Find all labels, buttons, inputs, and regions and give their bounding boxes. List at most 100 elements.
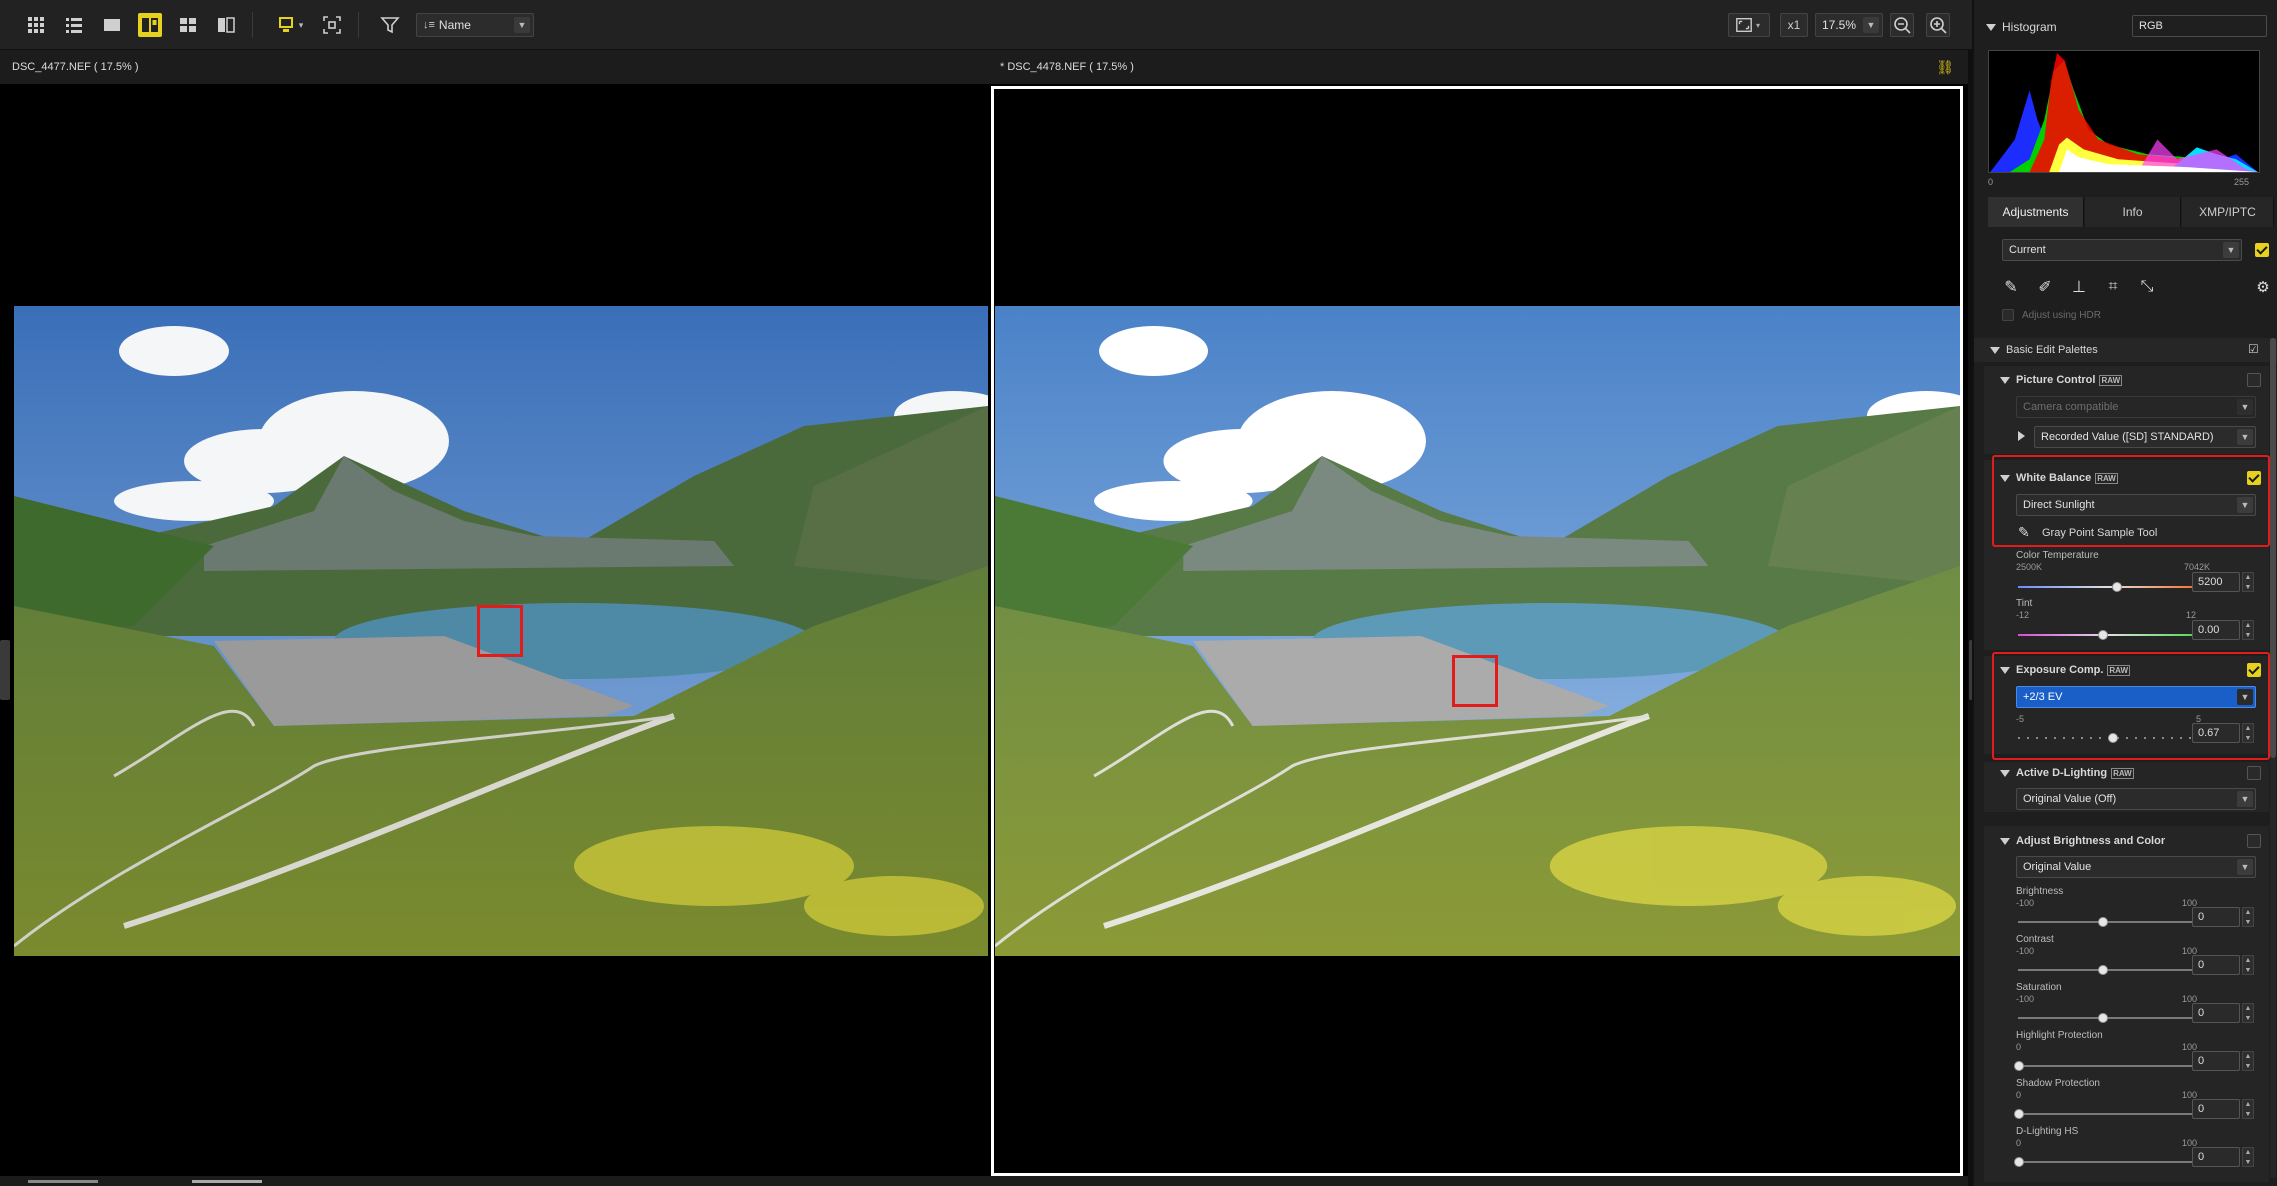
gray-point-eyedropper-icon[interactable]: ✎ (2018, 524, 2030, 541)
collapse-triangle-icon (2000, 666, 2010, 674)
tab-info[interactable]: Info (2085, 197, 2181, 227)
raw-icon: RAW (2107, 664, 2131, 676)
histogram-header[interactable]: Histogram (1986, 20, 2057, 34)
tint-slider-thumb[interactable] (2098, 630, 2108, 640)
color-temp-slider-track[interactable] (2018, 586, 2200, 588)
color-temp-input[interactable]: 5200 (2192, 572, 2240, 592)
right-photo[interactable] (995, 306, 1960, 956)
saturation-spinner[interactable]: ▲ ▼ (2242, 1003, 2254, 1023)
exposure-header[interactable]: Exposure Comp. RAW (2000, 664, 2131, 676)
saturation-slider-thumb[interactable] (2098, 1013, 2108, 1023)
thumbnail-grid-icon[interactable] (24, 13, 48, 37)
perspective-icon[interactable]: ⤡ (2136, 276, 2158, 298)
compare-two-images-icon[interactable] (138, 13, 162, 37)
basic-edit-title[interactable]: Basic Edit Palettes (1990, 344, 2098, 356)
gear-icon[interactable]: ⚙ (2252, 276, 2274, 298)
hdr-checkbox[interactable] (2002, 309, 2014, 321)
color-temp-slider-thumb[interactable] (2112, 582, 2122, 592)
white-balance-checkbox[interactable] (2247, 471, 2261, 485)
exposure-spinner[interactable]: ▲ ▼ (2242, 723, 2254, 743)
tint-label: Tint (2016, 598, 2033, 609)
highlight-protection-input[interactable]: 0 (2192, 1051, 2240, 1071)
exposure-checkbox[interactable] (2247, 663, 2261, 677)
shadow-protection-slider-thumb[interactable] (2014, 1109, 2024, 1119)
tint-spinner[interactable]: ▲ ▼ (2242, 620, 2254, 640)
thumbnail-list-icon[interactable] (62, 13, 86, 37)
contrast-slider-track[interactable] (2018, 969, 2200, 971)
contrast-input[interactable]: 0 (2192, 955, 2240, 975)
highlight-protection-spinner[interactable]: ▲ ▼ (2242, 1051, 2254, 1071)
filmstrip-thumb-2[interactable] (192, 1180, 262, 1183)
brightness-input[interactable]: 0 (2192, 907, 2240, 927)
tint-slider-track[interactable] (2018, 634, 2200, 636)
sort-dropdown[interactable]: ↓≡ Name ▼ (416, 13, 534, 37)
adl-header[interactable]: Active D-Lighting RAW (2000, 767, 2134, 779)
histogram-channel-dropdown[interactable]: RGB (2132, 15, 2267, 37)
before-after-compare-icon[interactable] (214, 13, 238, 37)
right-image-viewer[interactable]: * DSC_4478.NEF ( 17.5% ) ⛓ (988, 50, 1968, 1180)
fit-screen-dropdown[interactable]: ▾ (1728, 13, 1770, 37)
adjustment-preset-dropdown[interactable]: Current ▼ (2002, 239, 2242, 261)
dlighting-hs-slider-track[interactable] (2018, 1161, 2200, 1163)
shadow-protection-spinner[interactable]: ▲ ▼ (2242, 1099, 2254, 1119)
dlighting-hs-spinner[interactable]: ▲ ▼ (2242, 1147, 2254, 1167)
eyedropper-icon[interactable]: ✎ (2000, 276, 2022, 298)
saturation-input[interactable]: 0 (2192, 1003, 2240, 1023)
dlighting-hs-input[interactable]: 0 (2192, 1147, 2240, 1167)
picture-control-value-dropdown[interactable]: Recorded Value ([SD] STANDARD) ▼ (2034, 426, 2256, 448)
left-collapse-handle[interactable] (0, 640, 10, 700)
chevron-down-icon: ▼ (2237, 689, 2253, 705)
fit-focus-icon[interactable] (320, 13, 344, 37)
dlighting-hs-slider-thumb[interactable] (2014, 1157, 2024, 1167)
compare-four-images-icon[interactable] (176, 13, 200, 37)
adl-checkbox[interactable] (2247, 766, 2261, 780)
shadow-protection-input[interactable]: 0 (2192, 1099, 2240, 1119)
zoom-in-icon[interactable] (1926, 13, 1950, 37)
filmstrip-thumb-1[interactable] (28, 1180, 98, 1183)
tint-input[interactable]: 0.00 (2192, 620, 2240, 640)
straighten-icon[interactable]: ⊥ (2068, 276, 2090, 298)
tab-xmp-iptc[interactable]: XMP/IPTC (2182, 197, 2274, 227)
panel-scrollbar[interactable] (2270, 338, 2276, 1178)
zoom-ratio-button[interactable]: x1 (1780, 13, 1808, 37)
filter-icon[interactable] (378, 13, 402, 37)
link-sync-icon[interactable]: ⛓ (1936, 59, 1954, 76)
sync-display-icon[interactable]: ▾ (270, 13, 310, 37)
picture-control-header[interactable]: Picture Control RAW (2000, 374, 2123, 386)
contrast-spinner[interactable]: ▲ ▼ (2242, 955, 2254, 975)
shadow-protection-slider-track[interactable] (2018, 1113, 2200, 1115)
brightness-slider-track[interactable] (2018, 921, 2200, 923)
saturation-slider-track[interactable] (2018, 1017, 2200, 1019)
picture-control-checkbox[interactable] (2247, 373, 2261, 387)
exposure-preset-dropdown[interactable]: +2/3 EV ▼ (2016, 686, 2256, 708)
exposure-input[interactable]: 0.67 (2192, 723, 2240, 743)
panel-scrollbar-thumb[interactable] (2270, 338, 2276, 758)
zoom-percent-dropdown[interactable]: 17.5% ▼ (1815, 13, 1883, 37)
channel-value: RGB (2139, 20, 2163, 32)
brightness-slider-thumb[interactable] (2098, 917, 2108, 927)
brightness-color-header[interactable]: Adjust Brightness and Color (2000, 835, 2165, 847)
edit-palette-icon[interactable]: ☑ (2248, 342, 2264, 358)
preset-enable-checkbox[interactable] (2255, 243, 2269, 257)
highlight-protection-slider-track[interactable] (2018, 1065, 2200, 1067)
adl-dropdown[interactable]: Original Value (Off) ▼ (2016, 788, 2256, 810)
white-balance-header[interactable]: White Balance RAW (2000, 472, 2118, 484)
zoom-out-icon[interactable] (1890, 13, 1914, 37)
gray-point-tool-label[interactable]: Gray Point Sample Tool (2042, 527, 2157, 539)
highlight-protection-slider-thumb[interactable] (2014, 1061, 2024, 1071)
expand-triangle-icon[interactable] (2018, 431, 2025, 441)
brightness-color-preset-dropdown[interactable]: Original Value ▼ (2016, 856, 2256, 878)
exposure-slider-thumb[interactable] (2108, 733, 2118, 743)
sort-order-icon: ↓≡ (423, 19, 435, 31)
color-temp-spinner[interactable]: ▲ ▼ (2242, 572, 2254, 592)
brightness-color-checkbox[interactable] (2247, 834, 2261, 848)
left-image-viewer[interactable]: DSC_4477.NEF ( 17.5% ) (0, 50, 988, 1180)
picture-control-mode-dropdown[interactable]: Camera compatible ▼ (2016, 396, 2256, 418)
contrast-slider-thumb[interactable] (2098, 965, 2108, 975)
retouch-brush-icon[interactable]: ✐ (2034, 276, 2056, 298)
single-image-view-icon[interactable] (100, 13, 124, 37)
white-balance-preset-dropdown[interactable]: Direct Sunlight ▼ (2016, 494, 2256, 516)
tab-adjustments[interactable]: Adjustments (1988, 197, 2084, 227)
crop-icon[interactable]: ⌗ (2102, 276, 2124, 298)
brightness-spinner[interactable]: ▲ ▼ (2242, 907, 2254, 927)
